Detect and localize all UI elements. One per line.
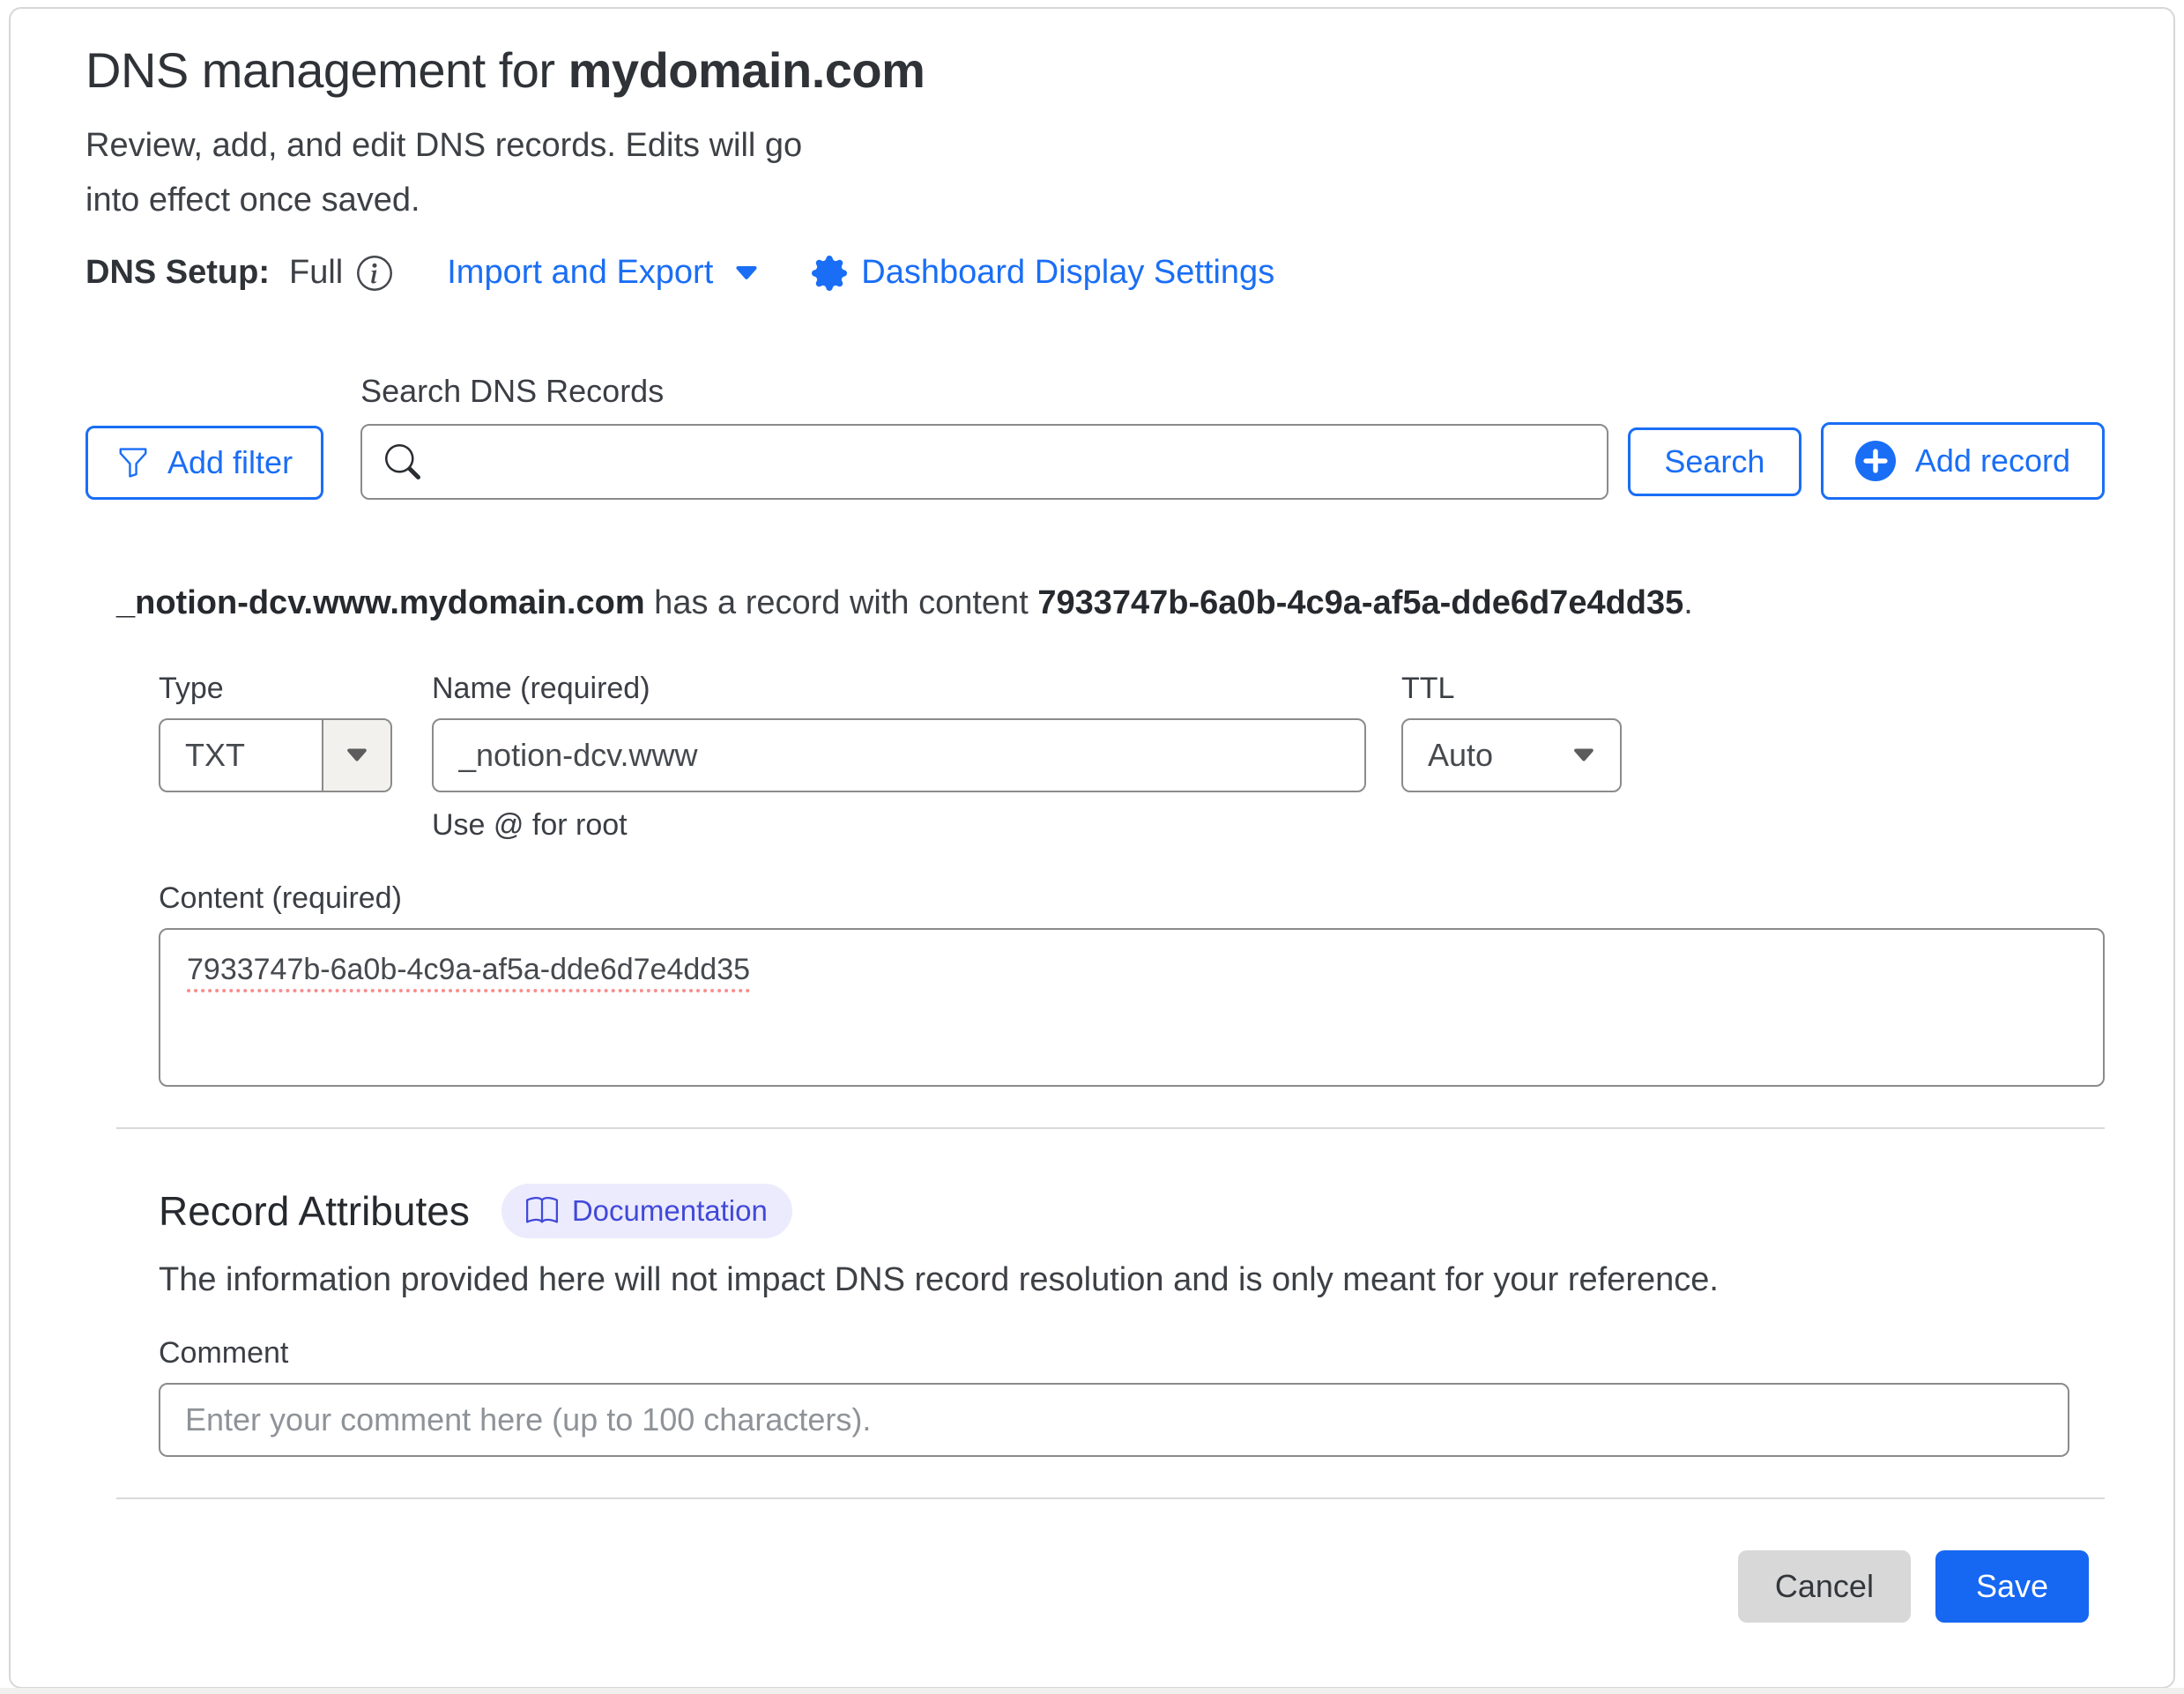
type-label: Type [159, 672, 392, 706]
domain-name: mydomain.com [568, 42, 925, 98]
search-dns-label: Search DNS Records [360, 373, 1608, 410]
type-select[interactable]: TXT [159, 718, 392, 792]
documentation-label: Documentation [572, 1194, 768, 1228]
dns-setup-value: Full [289, 254, 343, 292]
caret-down-icon [322, 720, 390, 791]
search-toolbar: Add filter Search DNS Records Search Add… [85, 373, 2105, 500]
search-button[interactable]: Search [1628, 427, 1801, 496]
content-field-group: Content (required) 7933747b-6a0b-4c9a-af… [159, 881, 2105, 1087]
name-label: Name (required) [432, 672, 1366, 706]
record-attributes-header: Record Attributes Documentation [159, 1184, 2105, 1238]
name-input[interactable] [432, 718, 1366, 792]
ttl-select[interactable]: Auto [1401, 718, 1622, 792]
section-divider [116, 1497, 2105, 1499]
plus-circle-icon [1855, 441, 1896, 481]
record-edit-panel: _notion-dcv.www.mydomain.com has a recor… [116, 584, 2105, 1623]
content-textarea[interactable]: 7933747b-6a0b-4c9a-af5a-dde6d7e4dd35 [159, 928, 2105, 1087]
import-export-button[interactable]: Import and Export [447, 254, 761, 292]
dns-management-card: DNS management for mydomain.com Review, … [9, 7, 2175, 1689]
search-input-wrapper [360, 424, 1608, 500]
dashboard-display-settings-label: Dashboard Display Settings [861, 254, 1274, 292]
import-export-label: Import and Export [447, 254, 713, 292]
name-help-text: Use @ for root [432, 808, 1366, 843]
name-field-group: Name (required) Use @ for root [432, 672, 1366, 843]
comment-field-group: Comment [159, 1336, 2105, 1457]
record-form: Type TXT Name (required) Use @ for root [159, 672, 2105, 1087]
section-divider [116, 1127, 2105, 1129]
dashboard-display-settings-link[interactable]: Dashboard Display Settings [812, 254, 1274, 292]
type-name-ttl-row: Type TXT Name (required) Use @ for root [159, 672, 2105, 843]
search-dns-input[interactable] [360, 424, 1608, 500]
documentation-link[interactable]: Documentation [501, 1184, 792, 1238]
add-record-label: Add record [1915, 442, 2070, 479]
notice-record-name: _notion-dcv.www.mydomain.com [116, 584, 645, 621]
notice-suffix: . [1683, 584, 1693, 621]
caret-down-icon [1571, 742, 1597, 769]
dns-setup-row: DNS Setup: Full Import and Export Dashbo… [85, 254, 2105, 292]
gear-icon [812, 256, 847, 291]
ttl-field-group: TTL Auto [1401, 672, 1622, 843]
add-record-button[interactable]: Add record [1821, 422, 2105, 500]
ttl-label: TTL [1401, 672, 1622, 706]
filter-icon [116, 446, 150, 479]
subtitle-line-1: Review, add, and edit DNS records. Edits… [85, 127, 802, 164]
record-notice: _notion-dcv.www.mydomain.com has a recor… [116, 584, 2105, 622]
search-dns-group: Search DNS Records [360, 373, 1608, 500]
page-title-prefix: DNS management for [85, 42, 568, 98]
record-attributes-description: The information provided here will not i… [159, 1261, 2105, 1299]
cancel-button[interactable]: Cancel [1738, 1550, 1911, 1623]
caret-down-icon [732, 259, 761, 287]
subtitle-line-2: into effect once saved. [85, 182, 420, 219]
save-button[interactable]: Save [1935, 1550, 2089, 1623]
page-title: DNS management for mydomain.com [85, 41, 2105, 100]
record-attributes-title: Record Attributes [159, 1187, 470, 1235]
dns-setup-label: DNS Setup: [85, 254, 270, 292]
form-actions: Cancel Save [116, 1550, 2089, 1623]
notice-middle-text: has a record with content [645, 584, 1038, 621]
content-value: 7933747b-6a0b-4c9a-af5a-dde6d7e4dd35 [187, 953, 750, 992]
comment-label: Comment [159, 1336, 2105, 1371]
content-label: Content (required) [159, 881, 2105, 916]
add-filter-button[interactable]: Add filter [85, 426, 323, 500]
page-subtitle: Review, add, and edit DNS records. Edits… [85, 119, 2105, 227]
info-icon[interactable] [357, 256, 392, 291]
comment-input[interactable] [159, 1383, 2069, 1457]
type-field-group: Type TXT [159, 672, 392, 843]
notice-content-value: 7933747b-6a0b-4c9a-af5a-dde6d7e4dd35 [1037, 584, 1683, 621]
page-background: DNS management for mydomain.com Review, … [0, 0, 2184, 1694]
add-filter-label: Add filter [167, 444, 293, 481]
page-bottom-strip [0, 1688, 2184, 1694]
type-select-value: TXT [160, 737, 322, 774]
book-icon [526, 1195, 558, 1227]
ttl-select-value: Auto [1403, 737, 1571, 774]
record-attributes-section: Record Attributes Documentation The info… [159, 1184, 2105, 1457]
